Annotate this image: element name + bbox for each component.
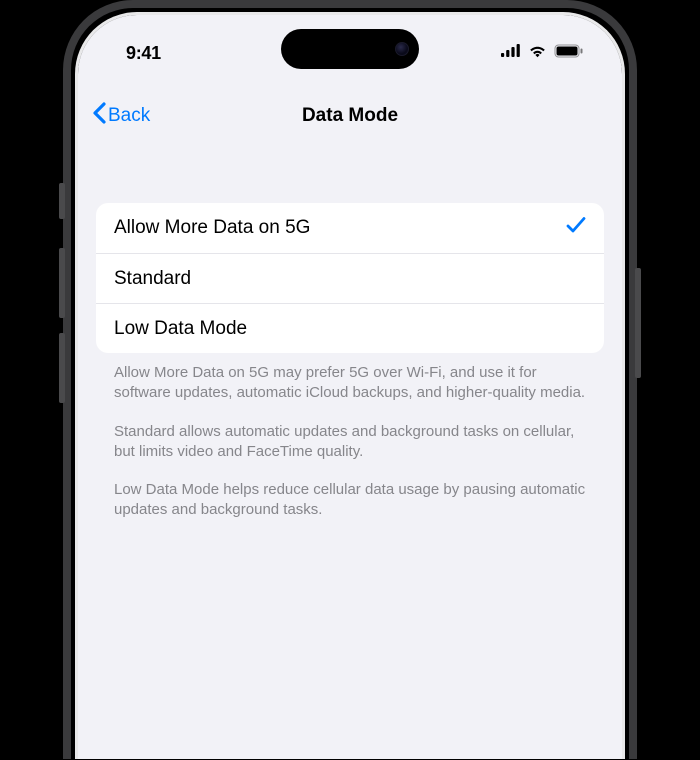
- phone-side-button: [59, 183, 65, 219]
- status-time: 9:41: [126, 43, 161, 64]
- footer-paragraph: Standard allows automatic updates and ba…: [114, 422, 586, 463]
- page-title: Data Mode: [302, 105, 398, 127]
- content: Allow More Data on 5G Standard Low Data …: [78, 203, 622, 521]
- phone-side-button: [59, 333, 65, 403]
- option-low-data-mode[interactable]: Low Data Mode: [96, 303, 604, 353]
- option-label: Low Data Mode: [114, 318, 247, 340]
- wifi-icon: [528, 44, 547, 63]
- phone-side-button: [59, 248, 65, 318]
- footer-paragraph: Allow More Data on 5G may prefer 5G over…: [114, 363, 586, 404]
- screen: 9:41: [78, 15, 622, 759]
- option-standard[interactable]: Standard: [96, 253, 604, 303]
- footer-description: Allow More Data on 5G may prefer 5G over…: [96, 353, 604, 521]
- options-group: Allow More Data on 5G Standard Low Data …: [96, 203, 604, 353]
- phone-side-button: [635, 268, 641, 378]
- phone-inner-border: 9:41: [75, 12, 625, 759]
- cellular-signal-icon: [501, 44, 521, 62]
- footer-paragraph: Low Data Mode helps reduce cellular data…: [114, 480, 586, 521]
- checkmark-icon: [566, 216, 586, 240]
- status-icons: [501, 44, 584, 63]
- nav-header: Back Data Mode: [78, 91, 622, 141]
- dynamic-island: [281, 29, 419, 69]
- back-label: Back: [108, 105, 150, 127]
- chevron-left-icon: [92, 102, 106, 130]
- option-label: Allow More Data on 5G: [114, 217, 310, 239]
- option-label: Standard: [114, 268, 191, 290]
- battery-icon: [554, 44, 584, 63]
- option-allow-more-data-5g[interactable]: Allow More Data on 5G: [96, 203, 604, 253]
- phone-frame: 9:41: [63, 0, 637, 759]
- back-button[interactable]: Back: [92, 102, 150, 130]
- front-camera-icon: [395, 42, 409, 56]
